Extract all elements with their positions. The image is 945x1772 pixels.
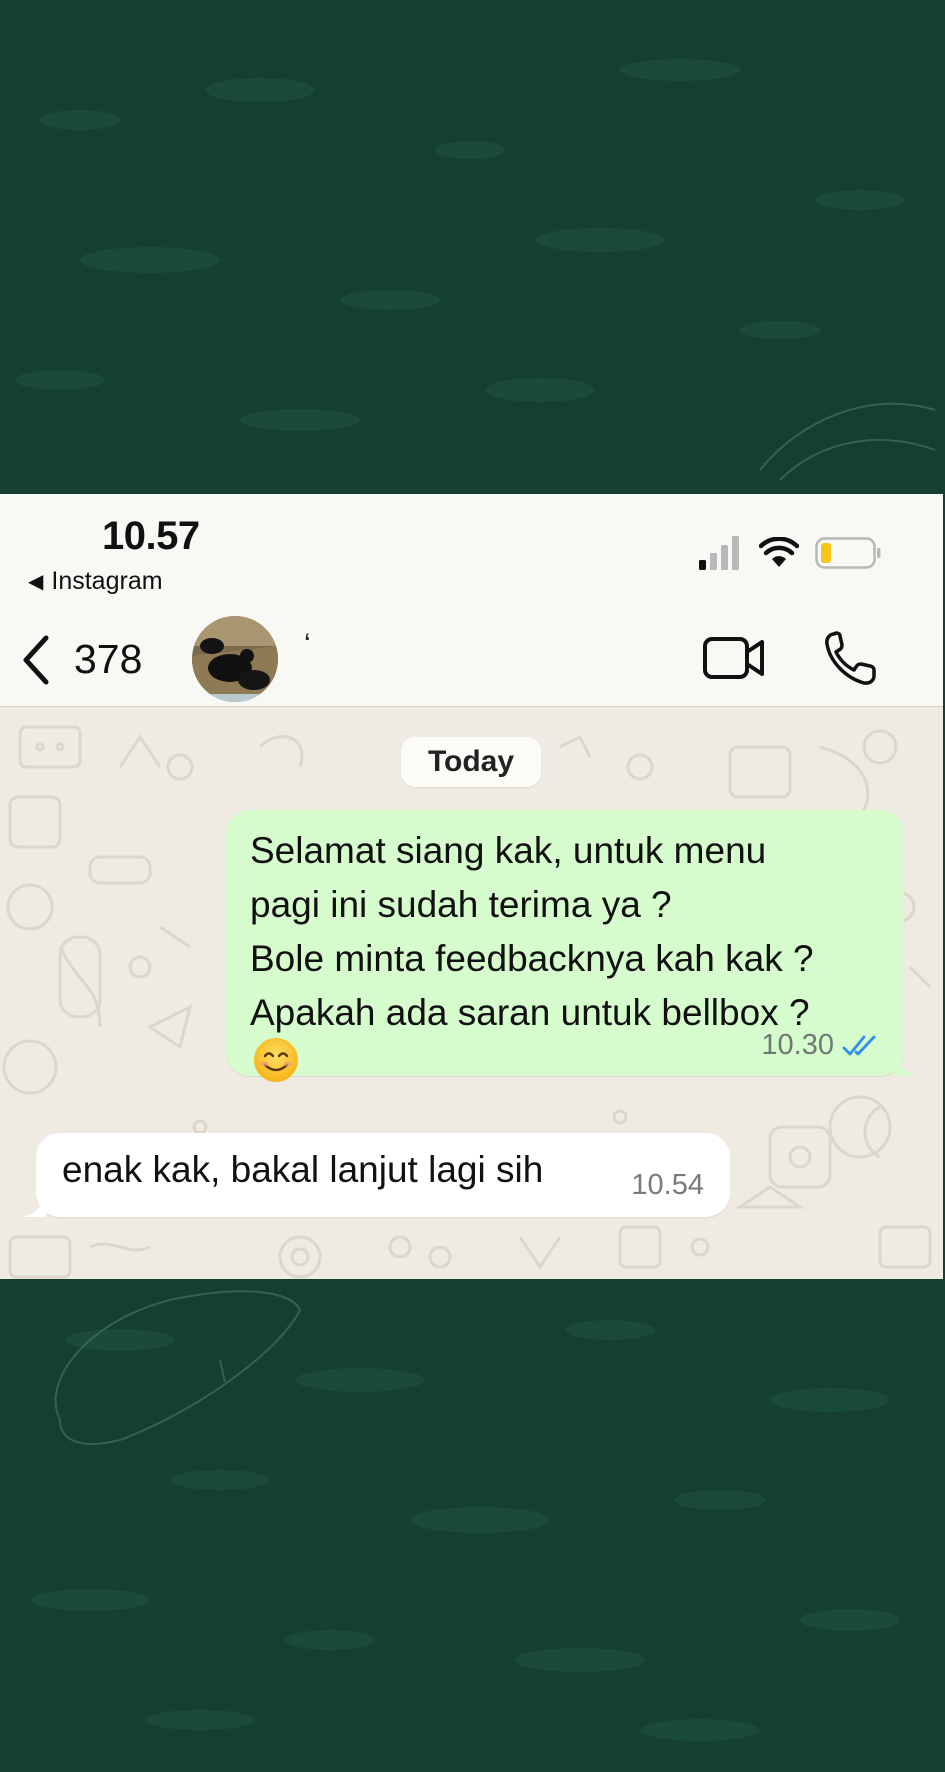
back-triangle-icon: ◀ <box>28 571 44 593</box>
contact-name[interactable]: ‘ <box>304 628 311 662</box>
contact-avatar[interactable] <box>192 616 278 702</box>
message-time: 10.30 <box>761 1029 834 1061</box>
message-text: enak kak, bakal lanjut lagi sih <box>62 1149 544 1190</box>
voice-call-icon[interactable] <box>822 628 880 688</box>
status-bar: 10.57 ◀ Instagram <box>0 494 943 614</box>
status-icons <box>699 536 881 570</box>
chat-area: Today Selamat siang kak, untuk menu pagi… <box>0 707 943 1279</box>
bubble-tail <box>22 1195 46 1217</box>
battery-icon <box>815 537 881 569</box>
video-call-icon[interactable] <box>702 632 766 684</box>
back-app-label: Instagram <box>51 567 163 595</box>
back-chevron-icon[interactable] <box>18 630 54 690</box>
date-separator: Today <box>401 737 541 787</box>
wifi-icon <box>759 537 799 567</box>
chat-screenshot: 10.57 ◀ Instagram 378 ‘ Today Selamat si… <box>0 494 943 1279</box>
message-text: Selamat siang kak, untuk menu pagi ini s… <box>250 830 814 1033</box>
chat-header: 378 ‘ <box>0 614 943 707</box>
bubble-tail <box>894 1054 918 1076</box>
outgoing-message[interactable]: Selamat siang kak, untuk menu pagi ini s… <box>226 810 918 1082</box>
signal-icon <box>699 536 739 570</box>
back-to-app-link[interactable]: ◀ Instagram <box>28 567 163 596</box>
incoming-message[interactable]: enak kak, bakal lanjut lagi sih 10.54 <box>22 1133 730 1217</box>
status-time: 10.57 <box>102 514 200 558</box>
message-meta: 10.30 <box>761 1029 880 1062</box>
unread-count[interactable]: 378 <box>74 636 142 683</box>
message-time: 10.54 <box>631 1169 704 1201</box>
smiling-face-emoji-icon <box>254 1038 298 1082</box>
read-ticks-icon <box>842 1035 876 1055</box>
